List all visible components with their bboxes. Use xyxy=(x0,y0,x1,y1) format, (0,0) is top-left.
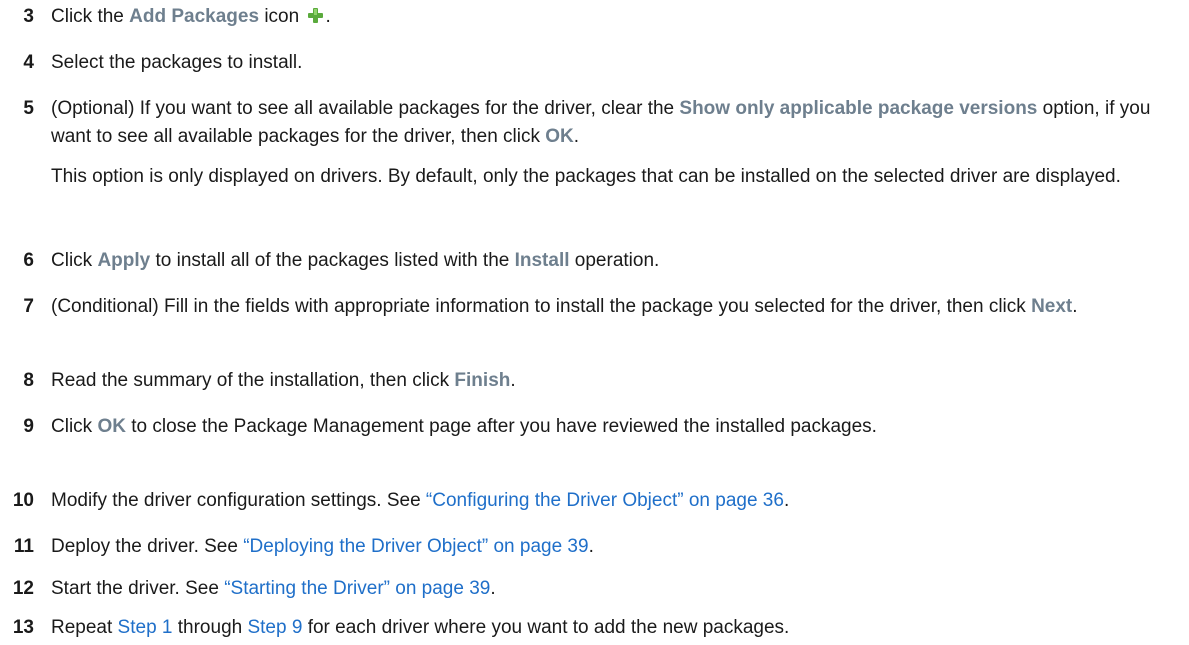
step-number: 12 xyxy=(12,578,34,599)
step-text: Modify the driver configuration settings… xyxy=(51,487,1181,515)
instruction-text: (Optional) If you want to see all availa… xyxy=(51,98,680,119)
ui-label: Next xyxy=(1031,296,1073,317)
step-instruction: Click Apply to install all of the packag… xyxy=(51,247,1181,275)
step-note: This option is only displayed on drivers… xyxy=(51,166,1121,187)
step-number: 11 xyxy=(13,536,34,557)
cross-reference-link[interactable]: Step 1 xyxy=(118,617,173,638)
instruction-text: . xyxy=(573,126,580,147)
step-number: 3 xyxy=(23,6,34,27)
instruction-text: through xyxy=(172,617,248,638)
step-instruction: Click the Add Packages icon . xyxy=(51,3,1181,31)
step-instruction: (Conditional) Fill in the fields with ap… xyxy=(51,293,1181,321)
instruction-text: . xyxy=(510,370,516,391)
step-number: 4 xyxy=(23,52,34,73)
step-instruction: Repeat Step 1 through Step 9 for each dr… xyxy=(51,614,1181,642)
cross-reference-link[interactable]: Step 9 xyxy=(247,617,302,638)
instruction-text: Start the driver. See xyxy=(51,578,225,599)
step-number: 9 xyxy=(23,416,34,437)
instruction-text: Click xyxy=(51,250,98,271)
instruction-text: Click the xyxy=(51,6,130,27)
step-number: 7 xyxy=(23,296,34,317)
step-text: (Optional) If you want to see all availa… xyxy=(51,95,1181,191)
step-text: Start the driver. See “Starting the Driv… xyxy=(51,575,1181,603)
step-number: 10 xyxy=(12,490,34,511)
cross-reference-link[interactable]: “Configuring the Driver Object” on page … xyxy=(426,490,784,511)
document-page: 3 Click the Add Packages icon . 4 Select… xyxy=(0,0,1189,645)
step-text: Click OK to close the Package Management… xyxy=(51,413,1181,441)
instruction-text: Deploy the driver. See xyxy=(51,536,244,557)
step-number: 8 xyxy=(23,370,34,391)
ui-label: OK xyxy=(545,126,574,147)
step-instruction: Read the summary of the installation, th… xyxy=(51,367,1181,395)
instruction-text: to close the Package Management page aft… xyxy=(125,416,877,437)
ui-label: Install xyxy=(514,250,570,271)
ui-label: OK xyxy=(97,416,126,437)
step-instruction: (Optional) If you want to see all availa… xyxy=(51,95,1181,151)
instruction-text: . xyxy=(783,490,790,511)
step-instruction: Deploy the driver. See “Deploying the Dr… xyxy=(51,533,1181,561)
instruction-text: (Conditional) Fill in the fields with ap… xyxy=(51,296,1032,317)
instruction-text: Repeat xyxy=(51,617,118,638)
instruction-text: . xyxy=(325,6,331,27)
step-number: 13 xyxy=(12,617,34,638)
instruction-text: for each driver where you want to add th… xyxy=(302,617,790,638)
step-text: Read the summary of the installation, th… xyxy=(51,367,1181,395)
cross-reference-link[interactable]: “Deploying the Driver Object” on page 39 xyxy=(243,536,588,557)
instruction-text: icon xyxy=(259,6,305,27)
instruction-text: Select the packages to install. xyxy=(51,52,303,73)
instruction-text: Read the summary of the installation, th… xyxy=(51,370,455,391)
instruction-text: operation. xyxy=(569,250,660,271)
step-text: Click Apply to install all of the packag… xyxy=(51,247,1181,275)
instruction-text: Click xyxy=(51,416,98,437)
step-text: Deploy the driver. See “Deploying the Dr… xyxy=(51,533,1181,561)
ui-label: Apply xyxy=(97,250,151,271)
plus-icon xyxy=(306,6,325,25)
step-instruction: Start the driver. See “Starting the Driv… xyxy=(51,575,1181,603)
step-text: (Conditional) Fill in the fields with ap… xyxy=(51,293,1181,321)
step-text: Repeat Step 1 through Step 9 for each dr… xyxy=(51,614,1181,642)
step-instruction: Modify the driver configuration settings… xyxy=(51,487,1181,515)
step-text: Select the packages to install. xyxy=(51,49,1181,77)
cross-reference-link[interactable]: “Starting the Driver” on page 39 xyxy=(224,578,490,599)
instruction-text: Modify the driver configuration settings… xyxy=(51,490,426,511)
step-text: Click the Add Packages icon . xyxy=(51,3,1181,31)
instruction-text: . xyxy=(588,536,594,557)
instruction-text: . xyxy=(1072,296,1078,317)
ui-label: Show only applicable package versions xyxy=(679,98,1038,119)
step-instruction: Select the packages to install. xyxy=(51,49,1181,77)
step-number: 6 xyxy=(23,250,34,271)
ui-label: Finish xyxy=(454,370,511,391)
instruction-text: to install all of the packages listed wi… xyxy=(150,250,515,271)
ui-label: Add Packages xyxy=(129,6,260,27)
step-number: 5 xyxy=(23,98,34,119)
step-instruction: Click OK to close the Package Management… xyxy=(51,413,1181,441)
instruction-text: . xyxy=(490,578,496,599)
